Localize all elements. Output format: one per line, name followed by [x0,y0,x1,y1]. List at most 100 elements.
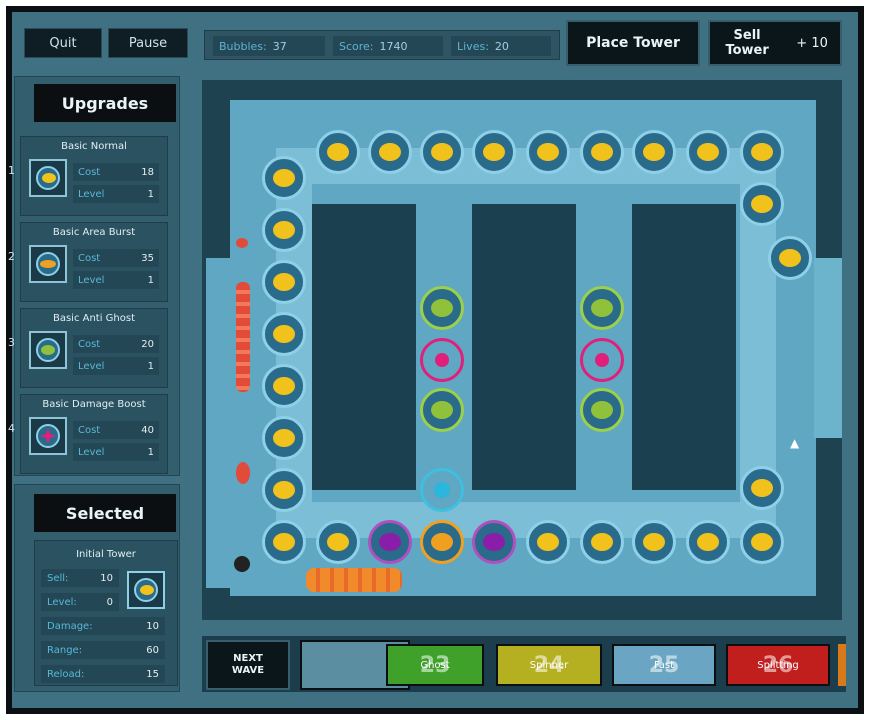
level-value: 1 [147,274,154,286]
cost-label: Cost [78,424,101,436]
tower-basic[interactable] [632,520,676,564]
tower-purple[interactable] [472,520,516,564]
lives-value: 20 [494,39,509,53]
tower-damage-boost[interactable] [420,338,464,382]
damage-row: Damage: 10 [41,617,165,635]
tower-basic[interactable] [740,520,784,564]
tower-basic[interactable] [580,130,624,174]
level-value: 1 [147,446,154,458]
mouse-cursor-icon: ▲ [790,436,800,450]
tower-basic[interactable] [262,364,306,408]
tower-core [434,482,450,498]
enemy-bubble-stream [306,568,402,592]
tower-basic[interactable] [472,130,516,174]
next-wave-button[interactable]: NEXT WAVE [206,640,290,690]
range-row: Range: 60 [41,641,165,659]
sell-tower-button[interactable]: Sell Tower + 10 [708,20,842,66]
tower-damage-boost[interactable] [580,338,624,382]
tower-basic[interactable] [262,468,306,512]
tower-purple[interactable] [368,520,412,564]
cost-value: 20 [141,338,154,350]
tower-basic[interactable] [740,466,784,510]
tower-core [379,143,401,161]
level-label: Level [78,446,105,458]
cost-row: Cost 18 [73,163,159,181]
tower-basic[interactable] [768,236,812,280]
tower-basic[interactable] [740,182,784,226]
tower-basic[interactable] [262,260,306,304]
upgrade-number: 4 [8,422,15,435]
tower-core [697,143,719,161]
selected-title: Selected [34,494,176,532]
tower-basic[interactable] [316,520,360,564]
wave-type: Fast [653,659,675,671]
tower-basic[interactable] [262,208,306,252]
bubbles-stat: Bubbles: 37 [213,36,325,56]
wave-23[interactable]: 23 Ghost [386,644,484,686]
tower-anti-ghost[interactable] [580,286,624,330]
selected-tower-icon [127,571,165,609]
tower-core [751,195,773,213]
tower-core [273,169,295,187]
lives-stat: Lives: 20 [451,36,551,56]
level-row: Level 1 [73,443,159,461]
level-row: Level: 0 [41,593,119,611]
cost-label: Cost [78,338,101,350]
tower-basic[interactable] [740,130,784,174]
tower-anti-ghost[interactable] [420,388,464,432]
tower-core [751,479,773,497]
sell-value-display: 10 [100,572,113,584]
level-value: 0 [106,596,113,608]
area-burst-icon [29,245,67,283]
tower-basic[interactable] [580,520,624,564]
sell-label: Sell: [47,572,69,584]
tower-basic[interactable] [262,156,306,200]
upgrade-basic-normal[interactable]: Basic Normal Cost 18 Level 1 [20,136,168,216]
upgrade-basic-anti-ghost[interactable]: Basic Anti Ghost Cost 20 Level 1 [20,308,168,388]
enemy-bubble [234,556,250,572]
tower-basic[interactable] [632,130,676,174]
range-label: Range: [47,644,83,656]
tower-basic[interactable] [686,520,730,564]
wave-26[interactable]: 26 Splitting [726,644,830,686]
upgrade-number: 2 [8,250,15,263]
score-value: 1740 [379,39,408,53]
upgrade-basic-damage-boost[interactable]: Basic Damage Boost Cost 40 Level 1 [20,394,168,474]
stats-bar: Bubbles: 37 Score: 1740 Lives: 20 [204,30,560,60]
quit-button[interactable]: Quit [24,28,102,58]
tower-core [697,533,719,551]
level-row: Level 1 [73,185,159,203]
tower-basic[interactable] [262,312,306,356]
tower-core [273,481,295,499]
tower-basic[interactable] [686,130,730,174]
tower-basic[interactable] [526,130,570,174]
enemy-bubble [236,462,250,484]
tower-core [779,249,801,267]
tower-basic[interactable] [316,130,360,174]
tower-basic[interactable] [368,130,412,174]
tower-core [643,143,665,161]
upgrade-name: Basic Anti Ghost [52,313,136,324]
cost-row: Cost 40 [73,421,159,439]
level-value: 1 [147,360,154,372]
tower-anti-ghost[interactable] [420,286,464,330]
reload-value: 15 [146,668,159,680]
bubbles-label: Bubbles: [219,39,267,53]
tower-area-burst[interactable] [420,520,464,564]
tower-basic[interactable] [262,520,306,564]
tower-basic[interactable] [420,130,464,174]
upgrade-basic-area-burst[interactable]: Basic Area Burst Cost 35 Level 1 [20,222,168,302]
pause-button[interactable]: Pause [108,28,188,58]
wave-25[interactable]: 25 Fast [612,644,716,686]
tower-basic[interactable] [526,520,570,564]
place-tower-button[interactable]: Place Tower [566,20,700,66]
tower-cyan[interactable] [420,468,464,512]
wave-24[interactable]: 24 Spinner [496,644,602,686]
level-label: Level [78,360,105,372]
tower-anti-ghost[interactable] [580,388,624,432]
tower-core [273,325,295,343]
upgrade-name: Basic Area Burst [52,227,136,238]
tower-basic[interactable] [262,416,306,460]
map-board[interactable] [230,100,816,596]
wall-block [632,204,736,490]
